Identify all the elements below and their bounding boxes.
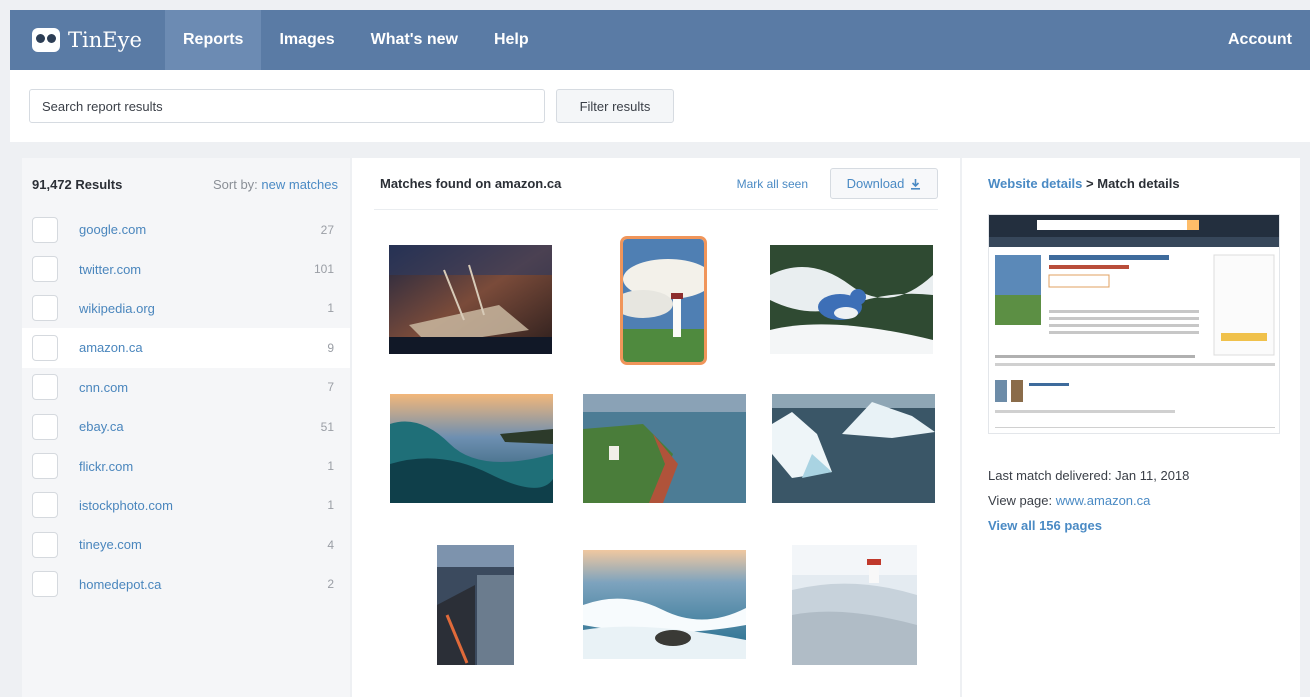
snowy-lighthouse-photo bbox=[792, 545, 917, 665]
site-checkbox[interactable] bbox=[32, 492, 58, 519]
breadcrumb-separator: > bbox=[1086, 176, 1094, 191]
matched-page-preview[interactable] bbox=[988, 214, 1280, 434]
site-checkbox[interactable] bbox=[32, 295, 58, 322]
view-all-pages-link[interactable]: View all 156 pages bbox=[988, 518, 1102, 533]
site-name[interactable]: flickr.com bbox=[79, 459, 327, 474]
nav-reports[interactable]: Reports bbox=[165, 10, 262, 70]
match-thumbnail-city[interactable] bbox=[437, 545, 514, 665]
view-page-link[interactable]: www.amazon.ca bbox=[1056, 493, 1151, 508]
site-count: 7 bbox=[327, 380, 334, 395]
filter-results-button[interactable]: Filter results bbox=[556, 89, 674, 123]
match-thumbnail-lighthouse-selected[interactable] bbox=[620, 236, 707, 365]
matches-header: Matches found on amazon.ca Mark all seen… bbox=[374, 158, 938, 210]
site-count: 9 bbox=[327, 340, 334, 355]
site-checkbox[interactable] bbox=[32, 413, 58, 440]
nav-help[interactable]: Help bbox=[476, 10, 547, 70]
sidebar-header: 91,472 Results Sort by: new matches bbox=[22, 158, 350, 210]
site-count: 51 bbox=[320, 419, 334, 434]
search-input[interactable] bbox=[29, 89, 545, 123]
tineye-logo[interactable]: TinEye bbox=[10, 10, 165, 70]
site-count: 27 bbox=[320, 222, 334, 237]
site-row-istockphoto[interactable]: istockphoto.com 1 bbox=[22, 486, 350, 525]
search-bar: Filter results bbox=[10, 70, 1310, 142]
site-checkbox[interactable] bbox=[32, 334, 58, 361]
site-row-ebay[interactable]: ebay.ca 51 bbox=[22, 407, 350, 446]
site-row-amazon[interactable]: amazon.ca 9 bbox=[22, 328, 350, 368]
site-name[interactable]: cnn.com bbox=[79, 380, 327, 395]
site-count: 2 bbox=[327, 577, 334, 592]
site-count: 1 bbox=[327, 459, 334, 474]
top-nav: TinEye Reports Images What's new Help Ac… bbox=[10, 10, 1310, 70]
site-name[interactable]: homedepot.ca bbox=[79, 577, 327, 592]
amazon-page-screenshot bbox=[989, 215, 1279, 428]
site-count: 1 bbox=[327, 498, 334, 513]
coastline-photo bbox=[583, 394, 746, 503]
results-count: 91,472 Results bbox=[32, 176, 123, 192]
nav-images[interactable]: Images bbox=[261, 10, 352, 70]
results-sidebar: 91,472 Results Sort by: new matches goog… bbox=[22, 158, 350, 697]
blue-jay-photo bbox=[770, 245, 933, 354]
breadcrumb-match-details: Match details bbox=[1097, 176, 1180, 191]
site-name[interactable]: twitter.com bbox=[79, 262, 314, 277]
sort-value-link[interactable]: new matches bbox=[261, 177, 338, 192]
tineye-logo-icon bbox=[32, 28, 60, 52]
site-checkbox[interactable] bbox=[32, 216, 58, 243]
match-thumbnail-snowy-lighthouse[interactable] bbox=[792, 545, 917, 665]
nav-whats-new[interactable]: What's new bbox=[353, 10, 476, 70]
download-icon bbox=[911, 178, 921, 190]
nav-account[interactable]: Account bbox=[1210, 10, 1310, 70]
shipwreck-photo bbox=[389, 245, 552, 354]
site-count: 4 bbox=[327, 537, 334, 552]
download-label: Download bbox=[846, 176, 905, 191]
iceberg-photo bbox=[772, 394, 935, 503]
site-name[interactable]: wikipedia.org bbox=[79, 301, 327, 316]
match-thumbnail-blue-jay[interactable] bbox=[770, 245, 933, 354]
city-photo bbox=[437, 545, 514, 665]
match-thumbnail-surf[interactable] bbox=[583, 550, 746, 659]
mark-all-seen-link[interactable]: Mark all seen bbox=[737, 177, 808, 191]
view-page-row: View page: www.amazon.ca bbox=[988, 493, 1150, 508]
site-checkbox[interactable] bbox=[32, 256, 58, 283]
site-name[interactable]: istockphoto.com bbox=[79, 498, 327, 513]
site-row-flickr[interactable]: flickr.com 1 bbox=[22, 446, 350, 485]
site-name[interactable]: ebay.ca bbox=[79, 419, 321, 434]
wave-photo bbox=[390, 394, 553, 503]
site-checkbox[interactable] bbox=[32, 374, 58, 401]
site-row-tineye[interactable]: tineye.com 4 bbox=[22, 525, 350, 564]
match-thumbnail-wave[interactable] bbox=[390, 394, 553, 503]
sort-control: Sort by: new matches bbox=[213, 177, 338, 192]
surf-photo bbox=[583, 550, 746, 659]
site-row-google[interactable]: google.com 27 bbox=[22, 210, 350, 249]
download-button[interactable]: Download bbox=[830, 168, 938, 199]
breadcrumb-website-details[interactable]: Website details bbox=[988, 176, 1082, 191]
match-thumbnail-iceberg[interactable] bbox=[772, 394, 935, 503]
site-checkbox[interactable] bbox=[32, 531, 58, 558]
site-checkbox[interactable] bbox=[32, 453, 58, 480]
site-count: 1 bbox=[327, 301, 334, 316]
match-thumbnail-coastline[interactable] bbox=[583, 394, 746, 503]
site-name[interactable]: google.com bbox=[79, 222, 321, 237]
matches-panel: Matches found on amazon.ca Mark all seen… bbox=[352, 158, 960, 697]
match-thumbnail-shipwreck[interactable] bbox=[389, 245, 552, 354]
matches-title: Matches found on amazon.ca bbox=[380, 176, 562, 191]
lighthouse-photo bbox=[623, 239, 704, 362]
site-name[interactable]: amazon.ca bbox=[79, 340, 327, 355]
site-count: 101 bbox=[313, 262, 334, 277]
sort-label: Sort by: bbox=[212, 176, 258, 192]
view-page-label: View page: bbox=[988, 493, 1053, 508]
site-row-homedepot[interactable]: homedepot.ca 2 bbox=[22, 565, 350, 604]
last-match-delivered: Last match delivered: Jan 11, 2018 bbox=[988, 468, 1190, 483]
breadcrumb: Website details > Match details bbox=[988, 176, 1180, 191]
site-row-twitter[interactable]: twitter.com 101 bbox=[22, 249, 350, 288]
site-row-wikipedia[interactable]: wikipedia.org 1 bbox=[22, 289, 350, 328]
site-checkbox[interactable] bbox=[32, 571, 58, 598]
brand-name: TinEye bbox=[68, 28, 142, 52]
match-details-panel: Website details > Match details Last mat… bbox=[962, 158, 1300, 697]
site-row-cnn[interactable]: cnn.com 7 bbox=[22, 368, 350, 407]
site-name[interactable]: tineye.com bbox=[79, 537, 327, 552]
